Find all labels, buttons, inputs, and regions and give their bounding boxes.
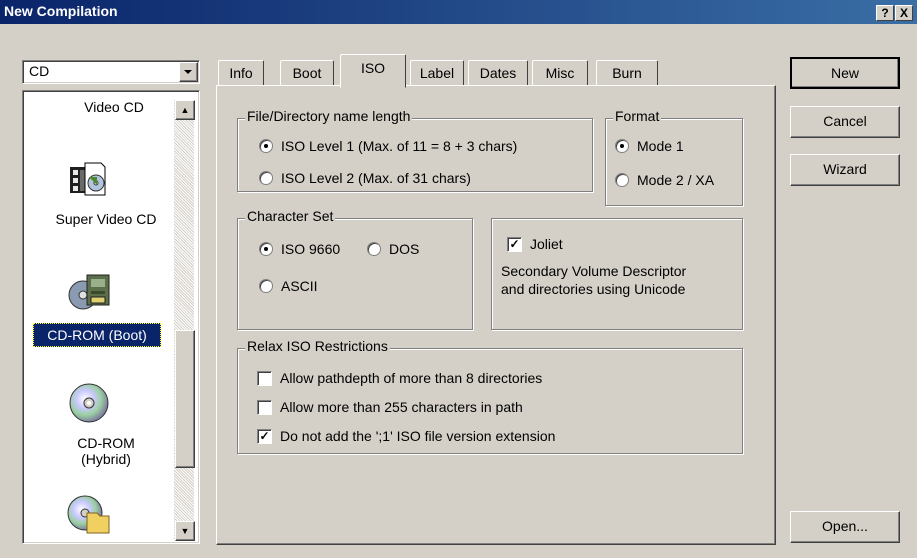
radio-indicator	[615, 139, 629, 153]
format-group	[605, 118, 743, 206]
check-icon: ✓	[257, 428, 272, 444]
tab-burn[interactable]: Burn	[596, 60, 658, 85]
scroll-down-button[interactable]: ▼	[175, 521, 195, 541]
media-type-value: CD	[29, 63, 50, 79]
scroll-up-button[interactable]: ▲	[175, 100, 195, 120]
dos-radio[interactable]: DOS	[367, 241, 419, 257]
window-title: New Compilation	[4, 3, 118, 19]
wizard-button[interactable]: Wizard	[790, 154, 900, 186]
ascii-label: ASCII	[281, 278, 318, 294]
tab-misc[interactable]: Misc	[532, 60, 588, 85]
list-item-label: CD-ROM (Boot)	[47, 327, 147, 343]
list-scrollbar[interactable]	[174, 100, 194, 540]
iso9660-label: ISO 9660	[281, 241, 341, 257]
new-button[interactable]: New	[790, 57, 900, 89]
radio-indicator	[259, 171, 273, 185]
iso-level2-radio[interactable]: ISO Level 2 (Max. of 31 chars)	[259, 170, 471, 186]
check-box	[257, 399, 272, 415]
tab-boot[interactable]: Boot	[280, 60, 334, 85]
version-extension-checkbox[interactable]: ✓ Do not add the ';1' ISO file version e…	[257, 428, 555, 444]
media-type-combo[interactable]: CD	[22, 60, 200, 84]
list-item-label-line2: (Hybrid)	[81, 451, 131, 467]
iso9660-radio[interactable]: ISO 9660	[259, 241, 340, 257]
version-extension-label: Do not add the ';1' ISO file version ext…	[280, 428, 556, 444]
open-button[interactable]: Open...	[790, 511, 900, 543]
tab-label[interactable]: Label	[410, 60, 464, 85]
relax-iso-group-title: Relax ISO Restrictions	[245, 338, 390, 354]
charset-group-title: Character Set	[245, 208, 336, 224]
joliet-label: Joliet	[530, 236, 563, 252]
scroll-thumb[interactable]	[175, 330, 195, 468]
mode1-label: Mode 1	[637, 138, 684, 154]
mode2-label: Mode 2 / XA	[637, 172, 715, 188]
ascii-radio[interactable]: ASCII	[259, 278, 318, 294]
list-item-label: Video CD	[84, 99, 144, 115]
check-box	[257, 370, 272, 386]
path-length-label: Allow more than 255 characters in path	[280, 399, 523, 415]
name-length-group-title: File/Directory name length	[245, 108, 413, 124]
iso-tab-panel: File/Directory name length ISO Level 1 (…	[216, 85, 776, 545]
list-item-super-video-cd[interactable]: Super Video CD	[27, 211, 185, 227]
radio-indicator	[259, 139, 273, 153]
joliet-desc-line1: Secondary Volume Descriptor	[501, 263, 687, 279]
charset-group	[237, 218, 473, 330]
pathdepth-checkbox[interactable]: Allow pathdepth of more than 8 directori…	[257, 370, 542, 386]
radio-indicator	[259, 242, 273, 256]
radio-indicator	[615, 173, 629, 187]
radio-indicator	[259, 279, 273, 293]
joliet-description: Secondary Volume Descriptor and director…	[501, 262, 686, 298]
format-group-title: Format	[613, 108, 662, 124]
close-button[interactable]: X	[895, 5, 913, 21]
title-bar[interactable]: New Compilation ? X	[0, 0, 917, 24]
combo-dropdown-button[interactable]	[179, 62, 198, 82]
tab-iso[interactable]: ISO	[340, 54, 406, 88]
dos-label: DOS	[389, 241, 420, 257]
list-item-label: CD-ROM	[77, 435, 135, 451]
pathdepth-label: Allow pathdepth of more than 8 directori…	[280, 370, 543, 386]
list-item-cd-rom-boot[interactable]: CD-ROM (Boot)	[33, 323, 161, 347]
iso-level1-label: ISO Level 1 (Max. of 11 = 8 + 3 chars)	[281, 138, 518, 154]
tab-info[interactable]: Info	[218, 60, 264, 85]
tab-dates[interactable]: Dates	[468, 60, 528, 85]
list-item-video-cd[interactable]: Video CD	[35, 99, 193, 115]
list-item-label: Super Video CD	[55, 211, 157, 227]
cancel-button[interactable]: Cancel	[790, 106, 900, 138]
iso-level1-radio[interactable]: ISO Level 1 (Max. of 11 = 8 + 3 chars)	[259, 138, 517, 154]
check-icon: ✓	[507, 236, 522, 252]
cd-rom-hybrid-icon	[67, 381, 111, 428]
iso-level2-label: ISO Level 2 (Max. of 31 chars)	[281, 170, 471, 186]
radio-indicator	[367, 242, 381, 256]
super-video-cd-icon	[67, 161, 107, 204]
joliet-checkbox[interactable]: ✓ Joliet	[507, 236, 563, 252]
mode2-radio[interactable]: Mode 2 / XA	[615, 172, 714, 188]
chevron-down-icon	[184, 70, 192, 74]
mode1-radio[interactable]: Mode 1	[615, 138, 684, 154]
list-item-cd-rom-hybrid[interactable]: CD-ROM (Hybrid)	[27, 435, 185, 467]
cd-rom-udf-icon	[67, 491, 111, 538]
path-length-checkbox[interactable]: Allow more than 255 characters in path	[257, 399, 523, 415]
help-button[interactable]: ?	[876, 5, 894, 21]
joliet-desc-line2: and directories using Unicode	[501, 281, 686, 297]
cd-rom-boot-icon	[67, 269, 111, 316]
